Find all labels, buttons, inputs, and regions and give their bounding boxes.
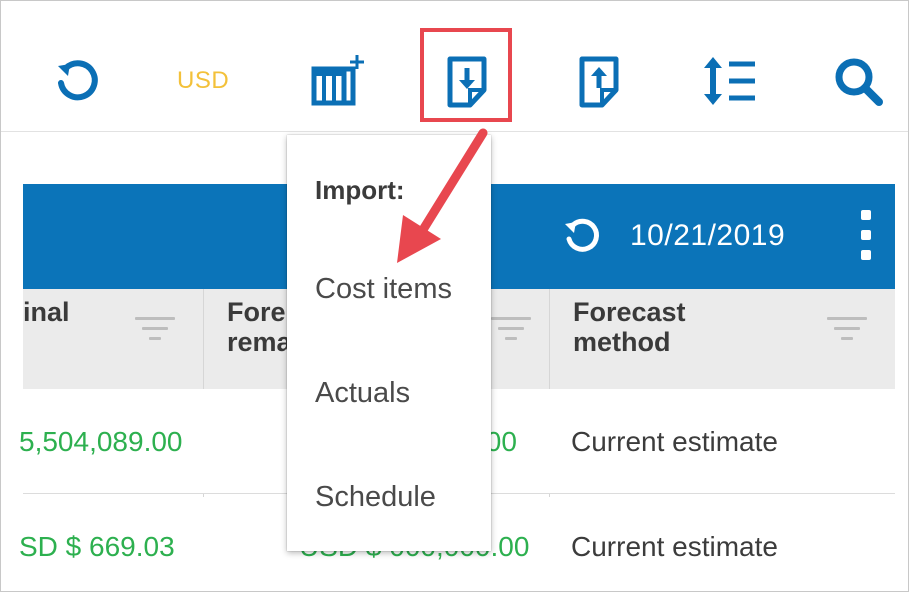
app-window: USD 10/21/2019 inal Fore rema Forecast m… xyxy=(0,0,909,592)
annotation-arrow xyxy=(397,128,488,263)
